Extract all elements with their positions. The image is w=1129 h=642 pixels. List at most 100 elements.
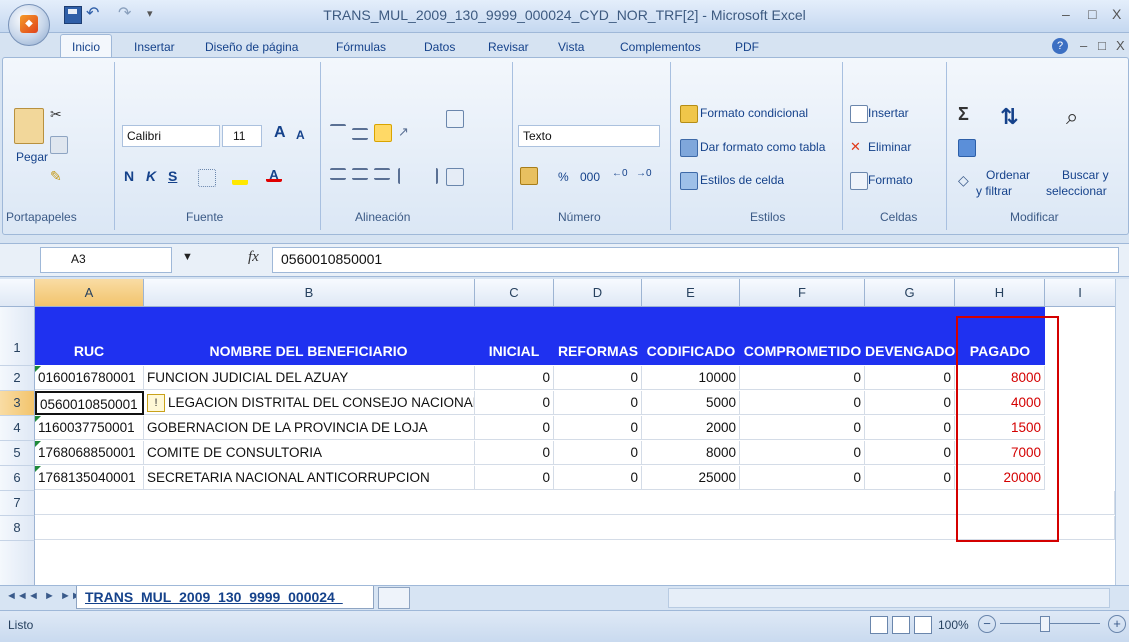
thousands-button[interactable]: 000 xyxy=(580,170,600,184)
format-as-table-icon[interactable] xyxy=(680,139,698,157)
cell-codificado[interactable]: 2000 xyxy=(642,416,740,440)
cell-devengado[interactable]: 0 xyxy=(865,391,955,415)
row-header[interactable]: 3 xyxy=(0,391,35,416)
format-as-table-button[interactable]: Dar formato como tabla xyxy=(700,140,825,154)
align-top-icon[interactable] xyxy=(330,124,346,142)
cell-reformas[interactable]: 0 xyxy=(554,441,642,465)
cell-devengado[interactable]: 0 xyxy=(865,441,955,465)
font-name-select[interactable]: Calibri xyxy=(122,125,220,147)
name-box-dropdown-icon[interactable]: ▼ xyxy=(182,251,193,263)
italic-button[interactable]: K xyxy=(146,168,156,184)
row-header[interactable]: 4 xyxy=(0,416,35,441)
sort-filter-icon[interactable]: ⇅ xyxy=(1000,104,1026,138)
currency-format-icon[interactable] xyxy=(520,167,538,185)
align-bottom-icon[interactable] xyxy=(374,124,392,142)
row-header[interactable]: 1 xyxy=(0,307,35,366)
number-format-select[interactable]: Texto xyxy=(518,125,660,147)
cell-beneficiario[interactable]: FUNCION JUDICIAL DEL AZUAY xyxy=(144,366,475,390)
autosum-button[interactable]: Σ xyxy=(958,104,969,125)
cell-codificado[interactable]: 10000 xyxy=(642,366,740,390)
restore-button[interactable]: □ xyxy=(1088,6,1096,22)
close-button[interactable]: X xyxy=(1112,6,1121,22)
prev-sheet-icon[interactable]: ◄ xyxy=(28,590,39,602)
tab-vista[interactable]: Vista xyxy=(558,40,584,54)
cell-comprometido[interactable]: 0 xyxy=(740,366,865,390)
borders-icon[interactable] xyxy=(198,169,216,187)
cell-beneficiario[interactable]: SECRETARIA NACIONAL ANTICORRUPCION xyxy=(144,466,475,490)
ribbon-close-icon[interactable]: X xyxy=(1116,38,1125,53)
name-box[interactable]: A3 xyxy=(40,247,172,273)
decrease-indent-icon[interactable] xyxy=(398,168,416,184)
align-right-icon[interactable] xyxy=(374,168,390,180)
insert-cells-icon[interactable] xyxy=(850,105,868,123)
zoom-in-icon[interactable]: + xyxy=(1108,615,1126,633)
cell-comprometido[interactable]: 0 xyxy=(740,416,865,440)
delete-cells-icon[interactable]: ✕ xyxy=(850,139,866,155)
column-header-h[interactable]: H xyxy=(955,279,1045,307)
column-header-a[interactable]: A xyxy=(35,279,144,307)
sort-filter-label-2[interactable]: y filtrar xyxy=(976,184,1012,198)
zoom-slider-thumb[interactable] xyxy=(1040,616,1050,632)
vertical-scrollbar[interactable] xyxy=(1115,279,1129,585)
cell-reformas[interactable]: 0 xyxy=(554,366,642,390)
column-header-e[interactable]: E xyxy=(642,279,740,307)
cell-ruc[interactable]: 0160016780001 xyxy=(35,366,144,390)
cell-inicial[interactable]: 0 xyxy=(475,466,554,490)
cell-reformas[interactable]: 0 xyxy=(554,416,642,440)
format-button[interactable]: Formato xyxy=(868,173,913,187)
align-left-icon[interactable] xyxy=(330,168,346,180)
cell-inicial[interactable]: 0 xyxy=(475,391,554,415)
page-layout-view-icon[interactable] xyxy=(892,616,910,634)
cell-codificado[interactable]: 8000 xyxy=(642,441,740,465)
header-cell-ruc[interactable]: RUC xyxy=(35,307,143,365)
minimize-button[interactable]: – xyxy=(1062,6,1070,22)
ribbon-restore-icon[interactable]: □ xyxy=(1098,38,1106,53)
copy-icon[interactable] xyxy=(50,136,68,154)
conditional-format-button[interactable]: Formato condicional xyxy=(700,106,808,120)
conditional-format-icon[interactable] xyxy=(680,105,698,123)
formula-input[interactable]: 0560010850001 xyxy=(272,247,1119,273)
cell-inicial[interactable]: 0 xyxy=(475,416,554,440)
tab-complementos[interactable]: Complementos xyxy=(620,40,701,54)
increase-indent-icon[interactable] xyxy=(420,168,438,184)
find-select-label-1[interactable]: Buscar y xyxy=(1062,168,1109,182)
insert-sheet-icon[interactable] xyxy=(378,587,410,609)
cell-codificado[interactable]: 5000 xyxy=(642,391,740,415)
find-select-label-2[interactable]: seleccionar xyxy=(1046,184,1107,198)
zoom-slider-track[interactable] xyxy=(1000,623,1100,624)
cell-codificado[interactable]: 25000 xyxy=(642,466,740,490)
header-cell-nombre[interactable]: NOMBRE DEL BENEFICIARIO xyxy=(143,307,474,365)
align-middle-icon[interactable] xyxy=(352,128,368,140)
row-header[interactable]: 8 xyxy=(0,516,35,541)
find-binoculars-icon[interactable]: ⌕ xyxy=(1066,104,1090,134)
cell-inicial[interactable]: 0 xyxy=(475,366,554,390)
cut-icon[interactable]: ✂ xyxy=(50,106,66,122)
empty-row[interactable] xyxy=(35,516,1115,540)
cell-styles-button[interactable]: Estilos de celda xyxy=(700,173,784,187)
header-cell-inicial[interactable]: INICIAL xyxy=(474,307,554,365)
cell-beneficiario[interactable]: LEGACION DISTRITAL DEL CONSEJO NACIONAL xyxy=(144,391,475,415)
header-cell-comprometido[interactable]: COMPROMETIDO xyxy=(740,307,865,365)
decrease-decimal-icon[interactable]: →0 xyxy=(636,168,652,184)
increase-decimal-icon[interactable]: ←0 xyxy=(612,168,628,184)
page-break-view-icon[interactable] xyxy=(914,616,932,634)
select-all-corner[interactable] xyxy=(0,279,35,307)
paste-icon[interactable] xyxy=(14,108,44,144)
office-button[interactable]: ◆ xyxy=(8,4,50,46)
column-header-c[interactable]: C xyxy=(475,279,554,307)
zoom-level[interactable]: 100% xyxy=(938,618,969,632)
align-center-icon[interactable] xyxy=(352,168,368,180)
tab-revisar[interactable]: Revisar xyxy=(488,40,529,54)
format-painter-icon[interactable]: ✎ xyxy=(50,168,66,184)
clear-icon[interactable]: ◇ xyxy=(958,172,974,188)
header-cell-reformas[interactable]: REFORMAS xyxy=(554,307,642,365)
cell-ruc[interactable]: 1160037750001 xyxy=(35,416,144,440)
tab-inicio[interactable]: Inicio xyxy=(60,34,112,59)
cell-devengado[interactable]: 0 xyxy=(865,466,955,490)
sheet-tab-active[interactable]: TRANS_MUL_2009_130_9999_000024_ xyxy=(76,586,374,609)
first-sheet-icon[interactable]: ◄◄ xyxy=(6,590,28,602)
cell-comprometido[interactable]: 0 xyxy=(740,391,865,415)
cell-styles-icon[interactable] xyxy=(680,172,698,190)
tab-pdf[interactable]: PDF xyxy=(735,40,759,54)
cell-comprometido[interactable]: 0 xyxy=(740,441,865,465)
